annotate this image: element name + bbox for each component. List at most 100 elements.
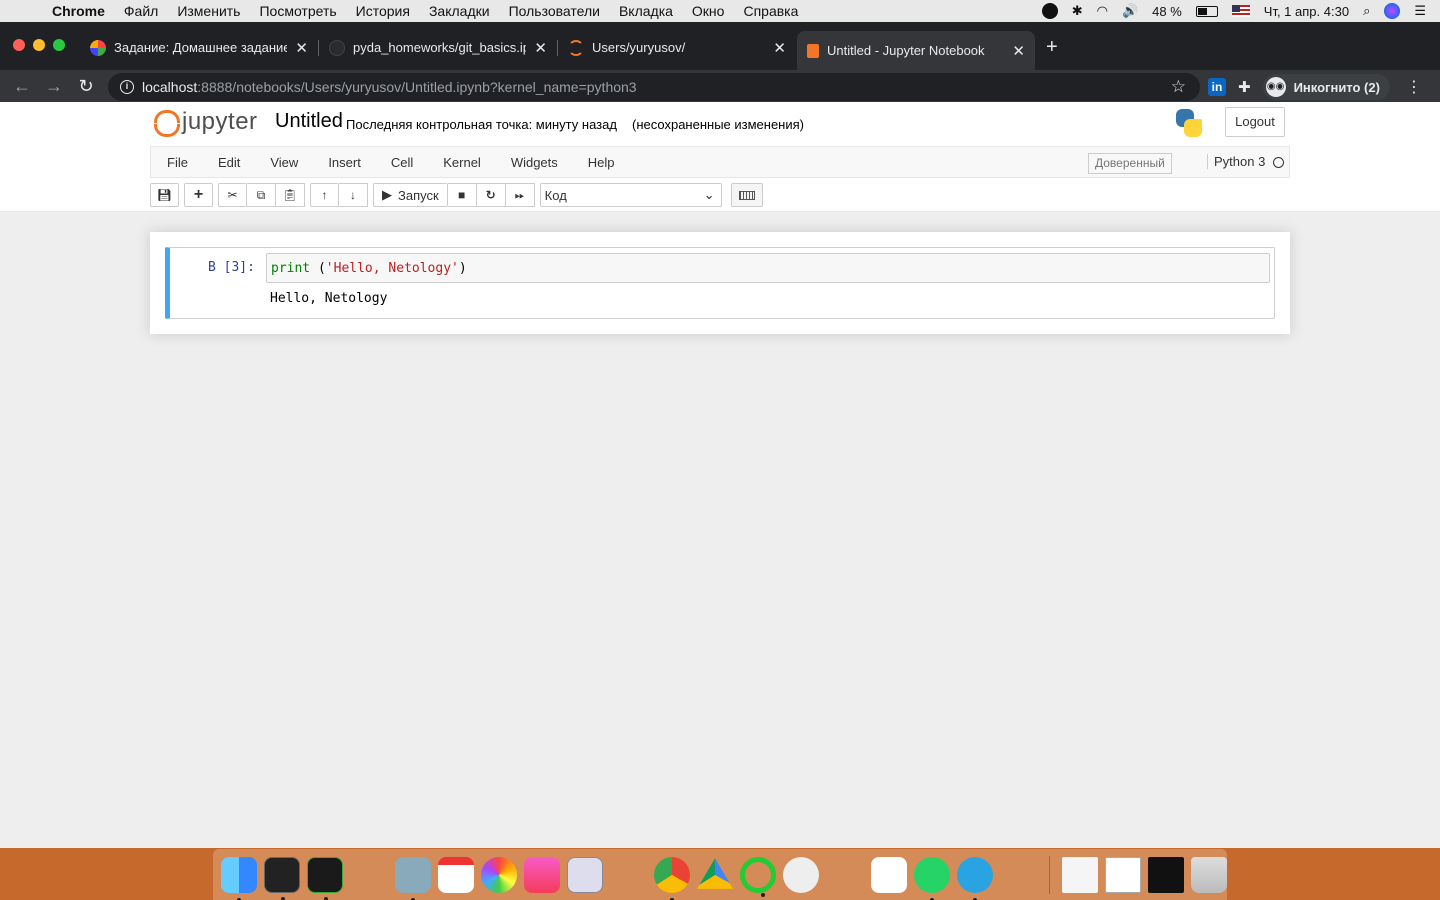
tab-jupyter-tree[interactable]: Users/yuryusov/ ✕ — [558, 31, 796, 64]
wifi-icon[interactable]: ◠ — [1097, 3, 1108, 19]
code-cell[interactable]: В [3]: print ('Hello, Netology') Hello, … — [165, 247, 1275, 319]
reload-icon[interactable]: ↻ — [70, 76, 102, 97]
menu-item-view[interactable]: View — [255, 155, 313, 170]
new-tab-button[interactable]: + — [1046, 36, 1058, 59]
calendar-icon[interactable] — [437, 856, 474, 893]
menu-file[interactable]: Файл — [124, 3, 158, 19]
close-window-button[interactable] — [13, 39, 25, 51]
bear-app-icon[interactable] — [783, 856, 820, 893]
code-input[interactable]: print ('Hello, Netology') — [266, 253, 1270, 283]
save-icon[interactable]: 💾︎ — [150, 183, 179, 207]
site-info-icon[interactable]: i — [120, 80, 134, 94]
insert-cell-icon[interactable]: + — [184, 183, 213, 207]
circle-app-icon[interactable] — [740, 856, 777, 897]
terminal-icon[interactable] — [264, 856, 300, 900]
stop-icon[interactable]: ■ — [447, 183, 477, 207]
minimize-window-button[interactable] — [33, 39, 45, 51]
menu-window[interactable]: Окно — [692, 3, 725, 19]
back-arrow-icon[interactable]: ← — [6, 76, 38, 97]
photos-icon[interactable] — [480, 856, 517, 893]
siri-icon[interactable] — [1384, 3, 1401, 19]
incognito-label: Инкогнито (2) — [1293, 79, 1380, 95]
notebook-favicon-icon — [807, 43, 819, 58]
status-area: ✱ ◠ 🔊 48 % Чт, 1 апр. 4:30 ⌕ ☰ — [1041, 3, 1440, 19]
battery-percent[interactable]: 48 % — [1152, 4, 1182, 19]
close-tab-icon[interactable]: ✕ — [773, 39, 786, 57]
menu-app-name[interactable]: Chrome — [52, 3, 105, 19]
menu-history[interactable]: История — [356, 3, 410, 19]
menu-view[interactable]: Посмотреть — [259, 3, 336, 19]
fast-forward-icon[interactable]: ⏩︎ — [505, 183, 535, 207]
downloads-stack-icon[interactable] — [1105, 856, 1141, 893]
preview-icon[interactable] — [394, 856, 431, 900]
move-down-icon[interactable]: ↓ — [339, 183, 368, 207]
chrome-icon[interactable] — [654, 856, 691, 900]
image-capture-icon[interactable] — [566, 856, 603, 893]
menu-item-cell[interactable]: Cell — [376, 155, 428, 170]
fullscreen-window-button[interactable] — [53, 39, 65, 51]
jupyter-logo[interactable]: jupyter — [154, 108, 258, 137]
run-button[interactable]: ▶ Запуск — [373, 183, 448, 207]
linkedin-extension-icon[interactable]: in — [1208, 78, 1226, 96]
keyboard-shortcuts-button[interactable] — [730, 183, 763, 207]
menu-item-insert[interactable]: Insert — [313, 155, 376, 170]
code-string: 'Hello, Netology' — [325, 261, 459, 276]
slack-icon[interactable] — [870, 856, 907, 893]
menu-item-help[interactable]: Help — [573, 155, 630, 170]
google-drive-icon[interactable] — [697, 858, 734, 889]
move-up-icon[interactable]: ↑ — [310, 183, 339, 207]
checkpoint-status: Последняя контрольная точка: минуту наза… — [346, 117, 617, 132]
menu-item-kernel[interactable]: Kernel — [428, 155, 496, 170]
music-icon[interactable] — [523, 856, 560, 893]
telegram-icon[interactable] — [956, 856, 993, 900]
menu-help[interactable]: Справка — [743, 3, 798, 19]
battery-icon[interactable] — [1195, 5, 1218, 17]
cut-icon[interactable]: ✂ — [218, 183, 247, 207]
cell-type-select[interactable]: Код ⌄ — [539, 183, 722, 207]
chrome-menu-kebab-icon[interactable]: ⋮ — [1406, 77, 1422, 97]
tab-homework[interactable]: Задание: Домашнее задание ✕ — [80, 31, 318, 64]
spotlight-search-icon[interactable]: ⌕ — [1363, 3, 1370, 19]
telegram-status-icon[interactable] — [1041, 3, 1058, 19]
close-tab-icon[interactable]: ✕ — [534, 39, 547, 57]
restart-icon[interactable]: ↻ — [476, 183, 506, 207]
menu-item-widgets[interactable]: Widgets — [496, 155, 573, 170]
address-bar[interactable]: i localhost :8888/notebooks/Users/yuryus… — [108, 73, 1200, 101]
clock[interactable]: Чт, 1 апр. 4:30 — [1264, 4, 1349, 19]
logout-button[interactable]: Logout — [1225, 107, 1285, 137]
menu-users[interactable]: Пользователи — [509, 3, 600, 19]
input-source-flag-icon[interactable] — [1231, 5, 1250, 17]
finder-icon[interactable] — [221, 856, 257, 900]
activity-monitor-icon[interactable] — [307, 856, 343, 900]
volume-icon[interactable]: 🔊 — [1122, 3, 1138, 19]
trusted-notebook-indicator[interactable]: Доверенный — [1088, 153, 1172, 174]
menu-bookmarks[interactable]: Закладки — [429, 3, 490, 19]
incognito-profile-button[interactable]: ◉◉ Инкогнито (2) — [1262, 74, 1390, 100]
menu-item-file[interactable]: File — [151, 155, 203, 170]
close-tab-icon[interactable]: ✕ — [1012, 42, 1025, 60]
kernel-name: Python 3 — [1207, 154, 1265, 169]
notebook-name[interactable]: Untitled — [275, 110, 343, 133]
menu-edit[interactable]: Изменить — [177, 3, 240, 19]
menu-tab[interactable]: Вкладка — [619, 3, 673, 19]
code-close-paren: ) — [458, 261, 467, 276]
paste-icon[interactable]: 📋︎ — [276, 183, 305, 207]
forward-arrow-icon[interactable]: → — [38, 76, 70, 97]
terminal-window-thumbnail-icon[interactable] — [1148, 856, 1184, 893]
control-center-icon[interactable]: ☰ — [1414, 3, 1426, 19]
documents-stack-icon[interactable] — [1062, 856, 1098, 893]
tab-github[interactable]: pyda_homeworks/git_basics.ip ✕ — [319, 31, 557, 64]
tab-untitled-notebook[interactable]: Untitled - Jupyter Notebook ✕ — [797, 31, 1035, 70]
close-tab-icon[interactable]: ✕ — [295, 39, 308, 57]
bluetooth-icon[interactable]: ✱ — [1072, 3, 1083, 19]
input-prompt: В [3]: — [208, 260, 255, 275]
browser-toolbar: ← → ↻ i localhost :8888/notebooks/Users/… — [0, 70, 1440, 102]
menu-item-edit[interactable]: Edit — [203, 155, 255, 170]
chrome-window: Задание: Домашнее задание ✕ pyda_homewor… — [0, 22, 1440, 848]
copy-icon[interactable]: ⧉ — [247, 183, 276, 207]
bookmark-star-icon[interactable]: ☆ — [1171, 77, 1186, 97]
whatsapp-icon[interactable] — [913, 856, 950, 900]
trash-icon[interactable] — [1191, 856, 1227, 893]
url-path: :8888/notebooks/Users/yuryusov/Untitled.… — [197, 79, 637, 95]
extensions-puzzle-icon[interactable]: ✚ — [1238, 78, 1251, 96]
